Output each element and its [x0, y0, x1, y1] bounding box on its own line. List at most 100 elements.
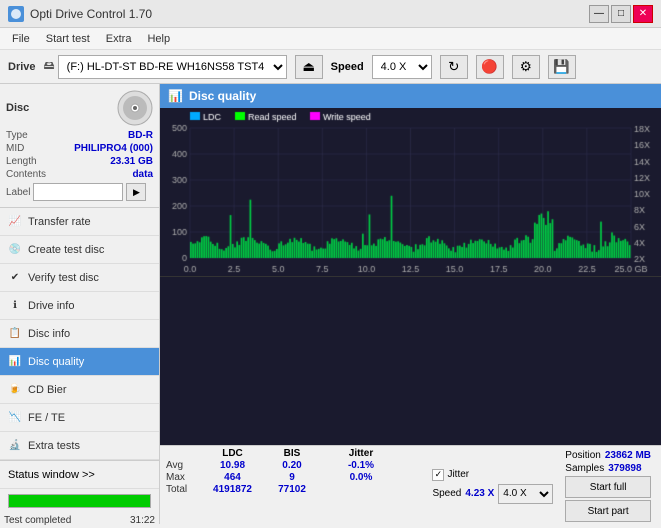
- menu-bar: File Start test Extra Help: [0, 28, 661, 50]
- close-button[interactable]: ✕: [633, 5, 653, 23]
- sidebar-item-extra-tests[interactable]: 🔬 Extra tests: [0, 432, 159, 460]
- bis-header: BIS: [267, 448, 317, 459]
- sidebar-item-create-test-disc[interactable]: 💿 Create test disc: [0, 236, 159, 264]
- drive-bar: Drive 🖴 (F:) HL-DT-ST BD-RE WH16NS58 TST…: [0, 50, 661, 84]
- disc-length-value: 23.31 GB: [110, 156, 153, 167]
- disc-mid-label: MID: [6, 143, 24, 154]
- menu-extra[interactable]: Extra: [98, 31, 140, 47]
- settings-button1[interactable]: 🔴: [476, 55, 504, 79]
- ldc-total: 4191872: [200, 484, 265, 495]
- create-test-disc-label: Create test disc: [28, 244, 104, 256]
- chart-lower: [160, 277, 661, 445]
- jitter-max: 0.0%: [331, 472, 391, 483]
- extra-tests-icon: 🔬: [8, 439, 22, 453]
- menu-help[interactable]: Help: [139, 31, 178, 47]
- stats-max-row: Max 464 9 0.0%: [166, 472, 424, 483]
- disc-type-value: BD-R: [128, 130, 153, 141]
- samples-value: 379898: [608, 463, 641, 474]
- fe-te-icon: 📉: [8, 411, 22, 425]
- jitter-header-label: Jitter: [331, 448, 391, 459]
- minimize-button[interactable]: —: [589, 5, 609, 23]
- disc-quality-label: Disc quality: [28, 356, 84, 368]
- disc-label-row: Label ▶: [6, 183, 153, 201]
- stats-table: LDC BIS Jitter Avg 10.98 0.20 -0.1%: [160, 446, 661, 524]
- disc-type-row: Type BD-R: [6, 130, 153, 141]
- disc-label-input[interactable]: [33, 183, 123, 201]
- maximize-button[interactable]: □: [611, 5, 631, 23]
- disc-section: Disc Type BD-R MID PHILIPRO4 (000): [0, 84, 159, 208]
- verify-test-disc-icon: ✔: [8, 271, 22, 285]
- speed-dropdown[interactable]: 4.0 X: [498, 484, 553, 504]
- sidebar-item-cd-bier[interactable]: 🍺 CD Bier: [0, 376, 159, 404]
- disc-label-button[interactable]: ▶: [126, 183, 146, 201]
- max-label: Max: [166, 472, 198, 483]
- stats-area: LDC BIS Jitter Avg 10.98 0.20 -0.1%: [160, 445, 661, 524]
- total-label: Total: [166, 484, 198, 495]
- fe-te-label: FE / TE: [28, 412, 65, 424]
- bis-max: 9: [267, 472, 317, 483]
- samples-label: Samples: [565, 463, 604, 474]
- content-title-icon: 📊: [168, 89, 183, 103]
- drive-select[interactable]: (F:) HL-DT-ST BD-RE WH16NS58 TST4: [58, 55, 287, 79]
- disc-label-label: Label: [6, 187, 30, 198]
- disc-quality-icon: 📊: [8, 355, 22, 369]
- chart-upper: [160, 108, 661, 277]
- bis-total: 77102: [267, 484, 317, 495]
- bis-avg: 0.20: [267, 460, 317, 471]
- drive-info-icon: ℹ: [8, 299, 22, 313]
- settings-button2[interactable]: ⚙: [512, 55, 540, 79]
- transfer-rate-label: Transfer rate: [28, 216, 91, 228]
- sidebar-item-disc-quality[interactable]: 📊 Disc quality: [0, 348, 159, 376]
- sidebar: Disc Type BD-R MID PHILIPRO4 (000): [0, 84, 160, 524]
- pos-samples-area: Position 23862 MB Samples 379898 Start f…: [561, 448, 655, 524]
- jitter-checkbox[interactable]: ✓: [432, 469, 444, 481]
- disc-type-label: Type: [6, 130, 28, 141]
- refresh-button[interactable]: ↻: [440, 55, 468, 79]
- verify-test-disc-label: Verify test disc: [28, 272, 99, 284]
- app-title: Opti Drive Control 1.70: [30, 7, 152, 21]
- disc-graphic: [117, 90, 153, 126]
- jitter-checkbox-row: ✓ Jitter: [432, 469, 553, 481]
- position-label: Position: [565, 450, 601, 461]
- speed-label: Speed: [331, 61, 364, 73]
- nav-list: 📈 Transfer rate 💿 Create test disc ✔ Ver…: [0, 208, 159, 460]
- ldc-header: LDC: [200, 448, 265, 459]
- menu-file[interactable]: File: [4, 31, 38, 47]
- jitter-avg: -0.1%: [331, 460, 391, 471]
- progress-bar-fill: [9, 495, 150, 507]
- disc-contents-value: data: [132, 169, 153, 180]
- start-part-button[interactable]: Start part: [565, 500, 651, 522]
- sidebar-item-drive-info[interactable]: ℹ Drive info: [0, 292, 159, 320]
- extra-tests-label: Extra tests: [28, 440, 80, 452]
- sidebar-item-disc-info[interactable]: 📋 Disc info: [0, 320, 159, 348]
- cd-bier-label: CD Bier: [28, 384, 67, 396]
- disc-info-label: Disc info: [28, 328, 70, 340]
- sidebar-status: Status window >> Test completed 31:22: [0, 460, 159, 528]
- transfer-rate-icon: 📈: [8, 215, 22, 229]
- sidebar-item-verify-test-disc[interactable]: ✔ Verify test disc: [0, 264, 159, 292]
- content-area: 📊 Disc quality L: [160, 84, 661, 524]
- speed-label-text: Speed: [432, 488, 461, 499]
- stats-main: LDC BIS Jitter Avg 10.98 0.20 -0.1%: [166, 448, 424, 524]
- app-icon: [8, 6, 24, 22]
- window-controls: — □ ✕: [589, 5, 653, 23]
- ldc-max: 464: [200, 472, 265, 483]
- position-row: Position 23862 MB: [565, 450, 651, 461]
- sidebar-item-fe-te[interactable]: 📉 FE / TE: [0, 404, 159, 432]
- disc-mid-value: PHILIPRO4 (000): [74, 143, 153, 154]
- stats-avg-row: Avg 10.98 0.20 -0.1%: [166, 460, 424, 471]
- sidebar-item-transfer-rate[interactable]: 📈 Transfer rate: [0, 208, 159, 236]
- start-full-button[interactable]: Start full: [565, 476, 651, 498]
- jitter-check-label: Jitter: [447, 469, 469, 480]
- cd-bier-icon: 🍺: [8, 383, 22, 397]
- save-button[interactable]: 💾: [548, 55, 576, 79]
- eject-button[interactable]: ⏏: [295, 55, 323, 79]
- speed-select[interactable]: 4.0 X: [372, 55, 432, 79]
- jitter-speed-area: ✓ Jitter Speed 4.23 X 4.0 X: [424, 448, 561, 524]
- status-completed-text: Test completed: [4, 515, 71, 526]
- menu-start-test[interactable]: Start test: [38, 31, 98, 47]
- stats-header: LDC BIS Jitter: [166, 448, 424, 459]
- status-window-button[interactable]: Status window >>: [0, 461, 159, 489]
- drive-label: Drive: [8, 61, 36, 73]
- progress-container: [0, 489, 159, 513]
